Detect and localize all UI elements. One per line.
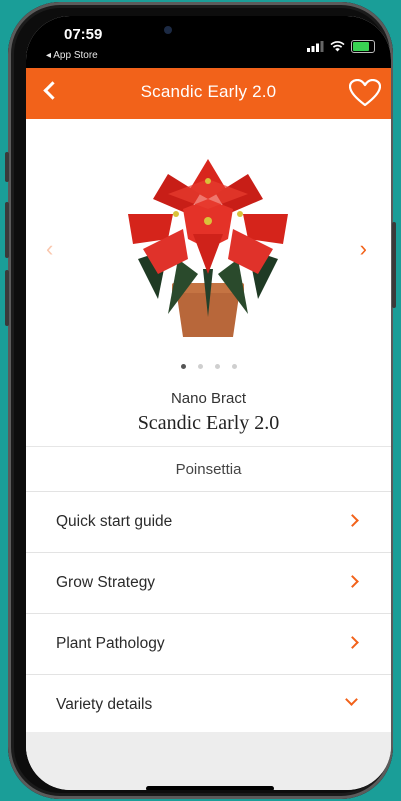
variety-name: Scandic Early 2.0 [137, 412, 280, 434]
series-name: Nano Bract [170, 390, 247, 407]
signal-icon [307, 41, 324, 52]
home-indicator[interactable] [146, 786, 274, 790]
menu-item-grow-strategy[interactable]: Grow Strategy [26, 552, 391, 613]
chevron-right-icon[interactable]: › [360, 236, 367, 262]
page-dot-2[interactable] [197, 364, 203, 369]
camera-icon [164, 26, 172, 34]
notch [118, 16, 288, 46]
page-indicator [26, 364, 391, 369]
chevron-down-icon [345, 693, 358, 706]
menu-item-quick-start-guide[interactable]: Quick start guide [26, 491, 391, 552]
footer-area [26, 732, 391, 790]
divider [26, 446, 391, 447]
app-header: Scandic Early 2.0 [26, 68, 391, 119]
image-carousel[interactable]: ‹ › [26, 119, 391, 387]
system-icons [307, 40, 375, 53]
menu-item-variety-details[interactable]: Variety details [26, 674, 391, 735]
screen: 07:59 ◂ App Store Scandic Early 2.0 ‹ › … [26, 16, 391, 790]
chevron-right-icon [346, 514, 359, 527]
page-dot-4[interactable] [231, 364, 237, 369]
menu-item-label: Plant Pathology [56, 635, 165, 652]
page-dot-1[interactable] [180, 364, 186, 369]
wifi-icon [330, 41, 345, 52]
status-time: 07:59 [64, 26, 103, 43]
info-menu: Quick start guide Grow Strategy Plant Pa… [26, 491, 391, 735]
volume-up-button [5, 202, 9, 258]
mute-switch [5, 152, 9, 182]
page-dot-3[interactable] [214, 364, 220, 369]
plant-image [128, 159, 288, 337]
status-bar: 07:59 ◂ App Store [26, 16, 391, 68]
back-to-app-store[interactable]: ◂ App Store [46, 50, 98, 61]
menu-item-label: Variety details [56, 696, 153, 713]
power-button [392, 222, 396, 308]
phone-frame: 07:59 ◂ App Store Scandic Early 2.0 ‹ › … [5, 2, 396, 799]
menu-item-plant-pathology[interactable]: Plant Pathology [26, 613, 391, 674]
chevron-right-icon [346, 575, 359, 588]
page-title: Scandic Early 2.0 [140, 82, 277, 101]
heart-icon[interactable] [349, 79, 381, 107]
category-name: Poinsettia [175, 461, 242, 478]
chevron-left-icon[interactable]: ‹ [46, 236, 53, 262]
volume-down-button [5, 270, 9, 326]
battery-icon [351, 40, 375, 53]
chevron-right-icon [346, 636, 359, 649]
menu-item-label: Quick start guide [56, 513, 173, 530]
menu-item-label: Grow Strategy [56, 574, 156, 591]
